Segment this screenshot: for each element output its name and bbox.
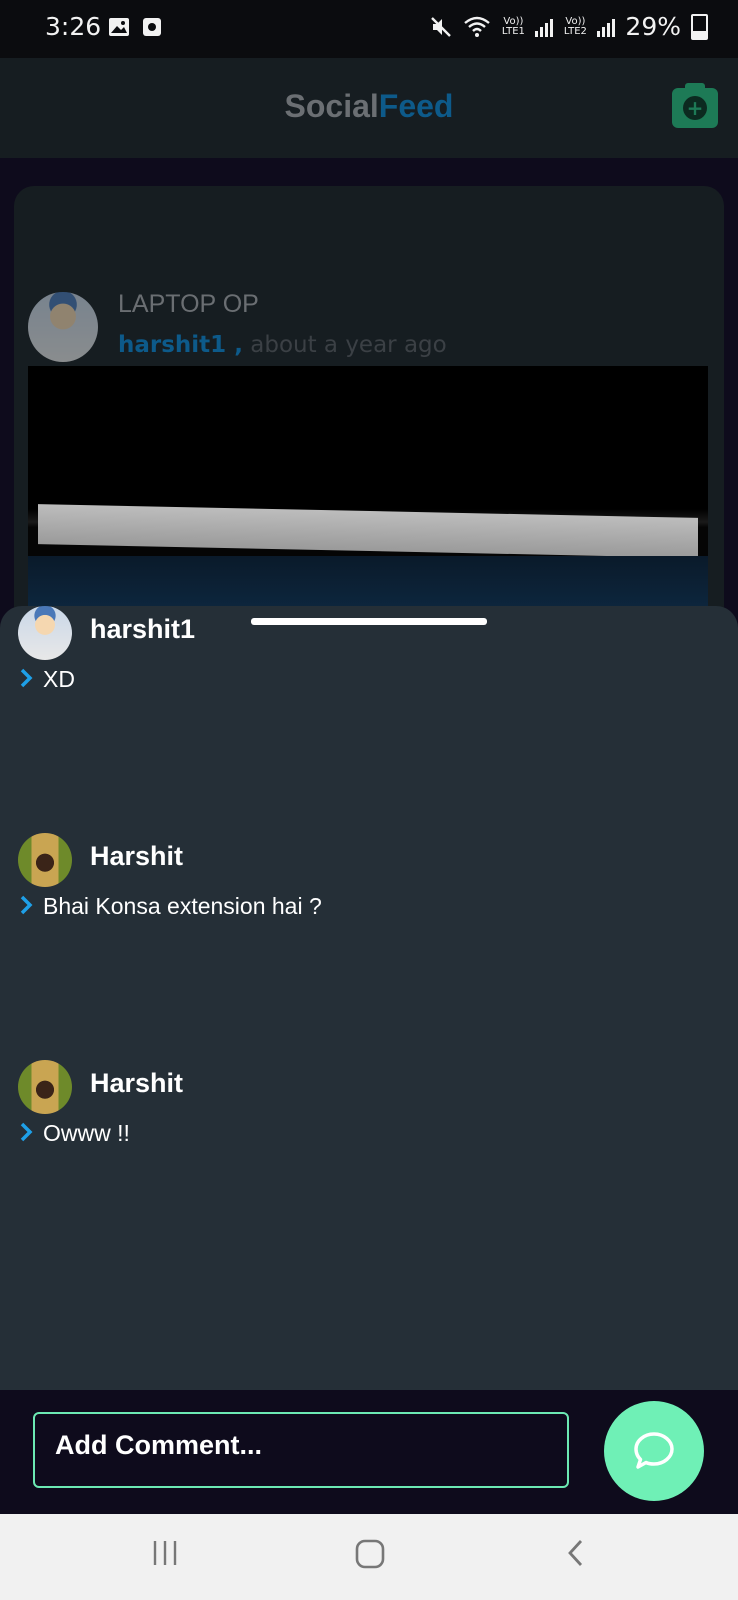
comment-item: Harshit Bhai Konsa extension hai ? [18,833,718,973]
gallery-icon [109,18,129,36]
sim2-signal-icon [597,17,616,37]
post-card[interactable]: LAPTOP OP harshit1 , about a year ago [14,186,724,626]
recents-icon[interactable] [150,1538,180,1568]
battery-percent: 29% [625,12,681,41]
avatar [18,606,72,660]
sim1-signal-icon [535,17,554,37]
avatar [18,833,72,887]
post-title: LAPTOP OP [118,290,259,318]
comment-text: Bhai Konsa extension hai ? [43,893,322,919]
avatar [28,292,98,362]
post-image[interactable] [28,366,708,626]
comment-input[interactable]: Add Comment... [33,1412,569,1488]
chevron-right-icon [20,668,33,688]
wifi-icon [464,16,491,37]
back-icon[interactable] [564,1538,588,1568]
battery-icon [691,13,708,40]
comment-author: harshit1 [90,614,196,644]
comment-item: harshit1 XD [18,606,718,746]
comment-text: Owww !! [43,1120,130,1146]
status-time: 3:26 [45,12,102,41]
post-author[interactable]: harshit1 , [118,332,243,358]
sim2-label: Vo)) LTE2 [563,15,587,37]
screen-record-icon [143,18,161,36]
chat-bubble-icon [634,1432,674,1469]
chevron-right-icon [20,1122,33,1142]
status-bar: 3:26 Vo)) LTE1 Vo)) LTE2 29% [0,0,738,58]
home-icon[interactable] [354,1538,386,1570]
comment-author: Harshit [90,841,184,871]
avatar [18,1060,72,1114]
brand-feed: Feed [378,88,454,124]
post-time: about a year ago [242,332,447,358]
comments-sheet: harshit1 XD Harshit Bhai Konsa extension… [0,606,738,1390]
comment-composer: Add Comment... [0,1390,738,1514]
app-title: SocialFeed [0,88,738,125]
camera-lens [683,96,707,120]
app-header: SocialFeed [0,58,738,158]
mute-icon [431,16,452,37]
comment-placeholder: Add Comment... [55,1430,262,1460]
post-meta: harshit1 , about a year ago [118,332,447,358]
camera-plus-icon[interactable] [672,83,718,128]
comment-text: XD [43,666,75,692]
system-nav-bar [0,1514,738,1600]
laptop-screen [38,504,698,558]
comment-author: Harshit [90,1068,184,1098]
brand-social: Social [284,88,379,124]
sim1-label: Vo)) LTE1 [501,15,525,37]
status-right: Vo)) LTE1 Vo)) LTE2 29% [429,12,708,41]
send-comment-button[interactable] [604,1401,704,1501]
comment-item: Harshit Owww !! [18,1060,718,1200]
chevron-right-icon [20,895,33,915]
